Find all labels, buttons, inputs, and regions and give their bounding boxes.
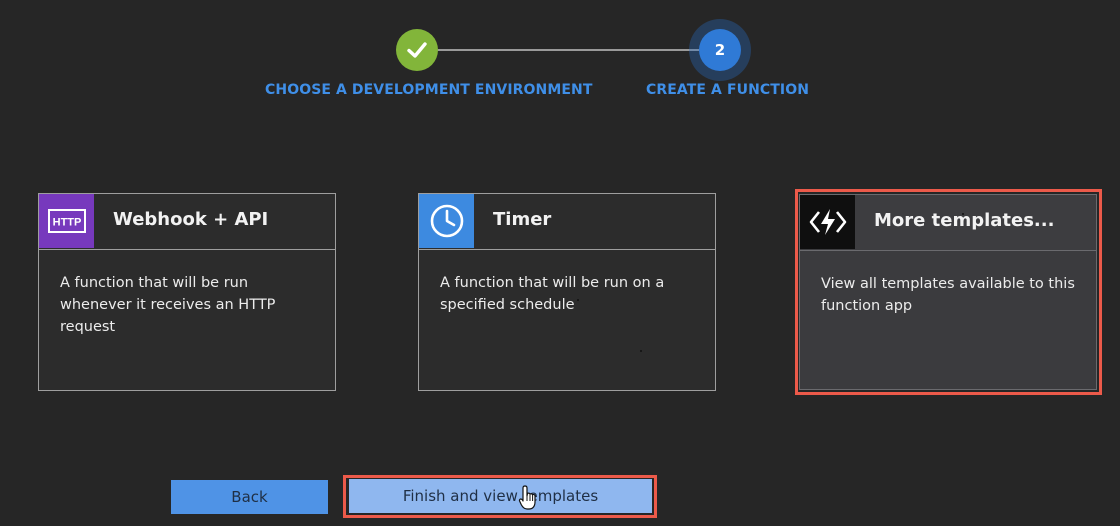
card-description-webhook-api: A function that will be run whenever it …: [60, 275, 276, 335]
clock-icon: [419, 194, 474, 248]
card-title-more-templates: More templates...: [874, 210, 1055, 231]
http-icon: HTTP: [39, 194, 94, 248]
template-card-more-templates[interactable]: More templates... View all templates ava…: [799, 194, 1097, 390]
step-2-active-indicator: 2: [699, 29, 741, 71]
stepper-connector-line: [437, 49, 699, 51]
function-lightning-icon: [800, 195, 855, 249]
step-1-label: CHOOSE A DEVELOPMENT ENVIRONMENT: [265, 82, 593, 98]
card-title-webhook-api: Webhook + API: [113, 209, 269, 230]
step-1-completed-indicator: [396, 29, 438, 71]
screen-speck: [640, 350, 642, 352]
check-icon: [407, 42, 427, 58]
card-header: HTTP Webhook + API: [39, 194, 335, 250]
card-header: More templates...: [800, 195, 1096, 251]
card-header: Timer: [419, 194, 715, 250]
card-title-timer: Timer: [493, 209, 552, 230]
card-description-timer: A function that will be run on a specifi…: [440, 275, 665, 313]
http-icon-text: HTTP: [52, 217, 81, 229]
screen-speck: [962, 213, 964, 215]
step-2-number: 2: [714, 41, 726, 59]
template-card-webhook-api[interactable]: HTTP Webhook + API A function that will …: [38, 193, 336, 391]
card-description-more-templates: View all templates available to this fun…: [821, 276, 1075, 314]
create-function-wizard: 2 CHOOSE A DEVELOPMENT ENVIRONMENT CREAT…: [0, 0, 1120, 526]
finish-and-view-templates-button[interactable]: Finish and view templates: [349, 479, 652, 513]
template-card-timer[interactable]: Timer A function that will be run on a s…: [418, 193, 716, 391]
step-2-label: CREATE A FUNCTION: [646, 82, 810, 98]
back-button[interactable]: Back: [171, 480, 328, 514]
screen-speck: [577, 299, 579, 301]
